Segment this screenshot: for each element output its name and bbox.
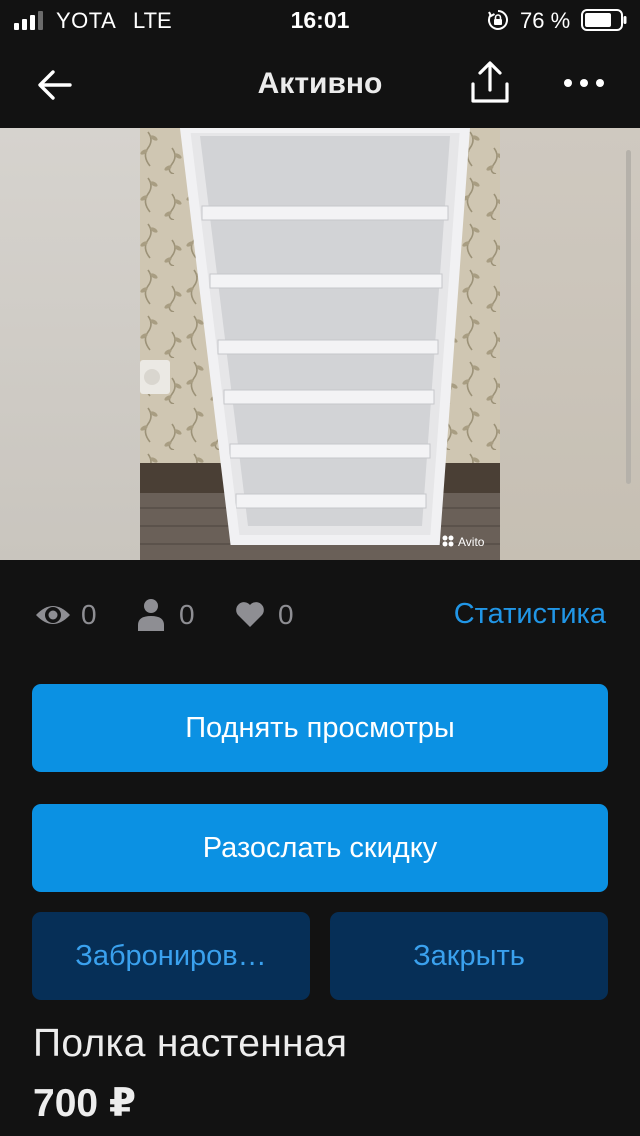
contacts-count: 0 bbox=[179, 599, 195, 630]
stats-row: 0 0 0 Статистика bbox=[0, 588, 640, 644]
boost-views-button[interactable]: Поднять просмотры bbox=[32, 684, 608, 772]
battery-icon bbox=[581, 9, 627, 31]
photo-blur-left bbox=[0, 128, 140, 560]
nav-bar: Активно bbox=[0, 42, 640, 128]
avito-watermark: Avito bbox=[458, 535, 485, 549]
page-title: Активно bbox=[257, 67, 383, 100]
listing-title: Полка настенная bbox=[33, 1022, 348, 1065]
listing-photo[interactable]: Avito bbox=[140, 128, 500, 560]
eye-icon bbox=[36, 606, 70, 624]
listing-photo-gallery[interactable]: Avito bbox=[0, 128, 640, 560]
views-stat: 0 bbox=[34, 598, 104, 634]
battery-percent: 76 % bbox=[520, 8, 571, 33]
more-icon[interactable] bbox=[562, 70, 606, 96]
reserve-button[interactable]: Заброниров… bbox=[32, 912, 310, 1000]
heart-icon bbox=[236, 602, 264, 627]
favorites-stat: 0 bbox=[235, 598, 305, 634]
favorites-count: 0 bbox=[278, 599, 294, 630]
photo-blur-right bbox=[500, 128, 640, 560]
share-icon[interactable] bbox=[468, 60, 512, 106]
photo-scrollbar bbox=[626, 150, 631, 484]
orientation-lock-icon bbox=[488, 10, 508, 30]
person-icon bbox=[138, 599, 164, 631]
status-bar: YOTA LTE 16:01 76 % bbox=[0, 0, 640, 42]
close-listing-button[interactable]: Закрыть bbox=[330, 912, 608, 1000]
contacts-stat: 0 bbox=[137, 598, 207, 634]
views-count: 0 bbox=[81, 599, 97, 630]
listing-price: 700 ₽ bbox=[33, 1082, 137, 1125]
send-discount-button[interactable]: Разослать скидку bbox=[32, 804, 608, 892]
statistics-link[interactable]: Статистика bbox=[454, 598, 606, 631]
